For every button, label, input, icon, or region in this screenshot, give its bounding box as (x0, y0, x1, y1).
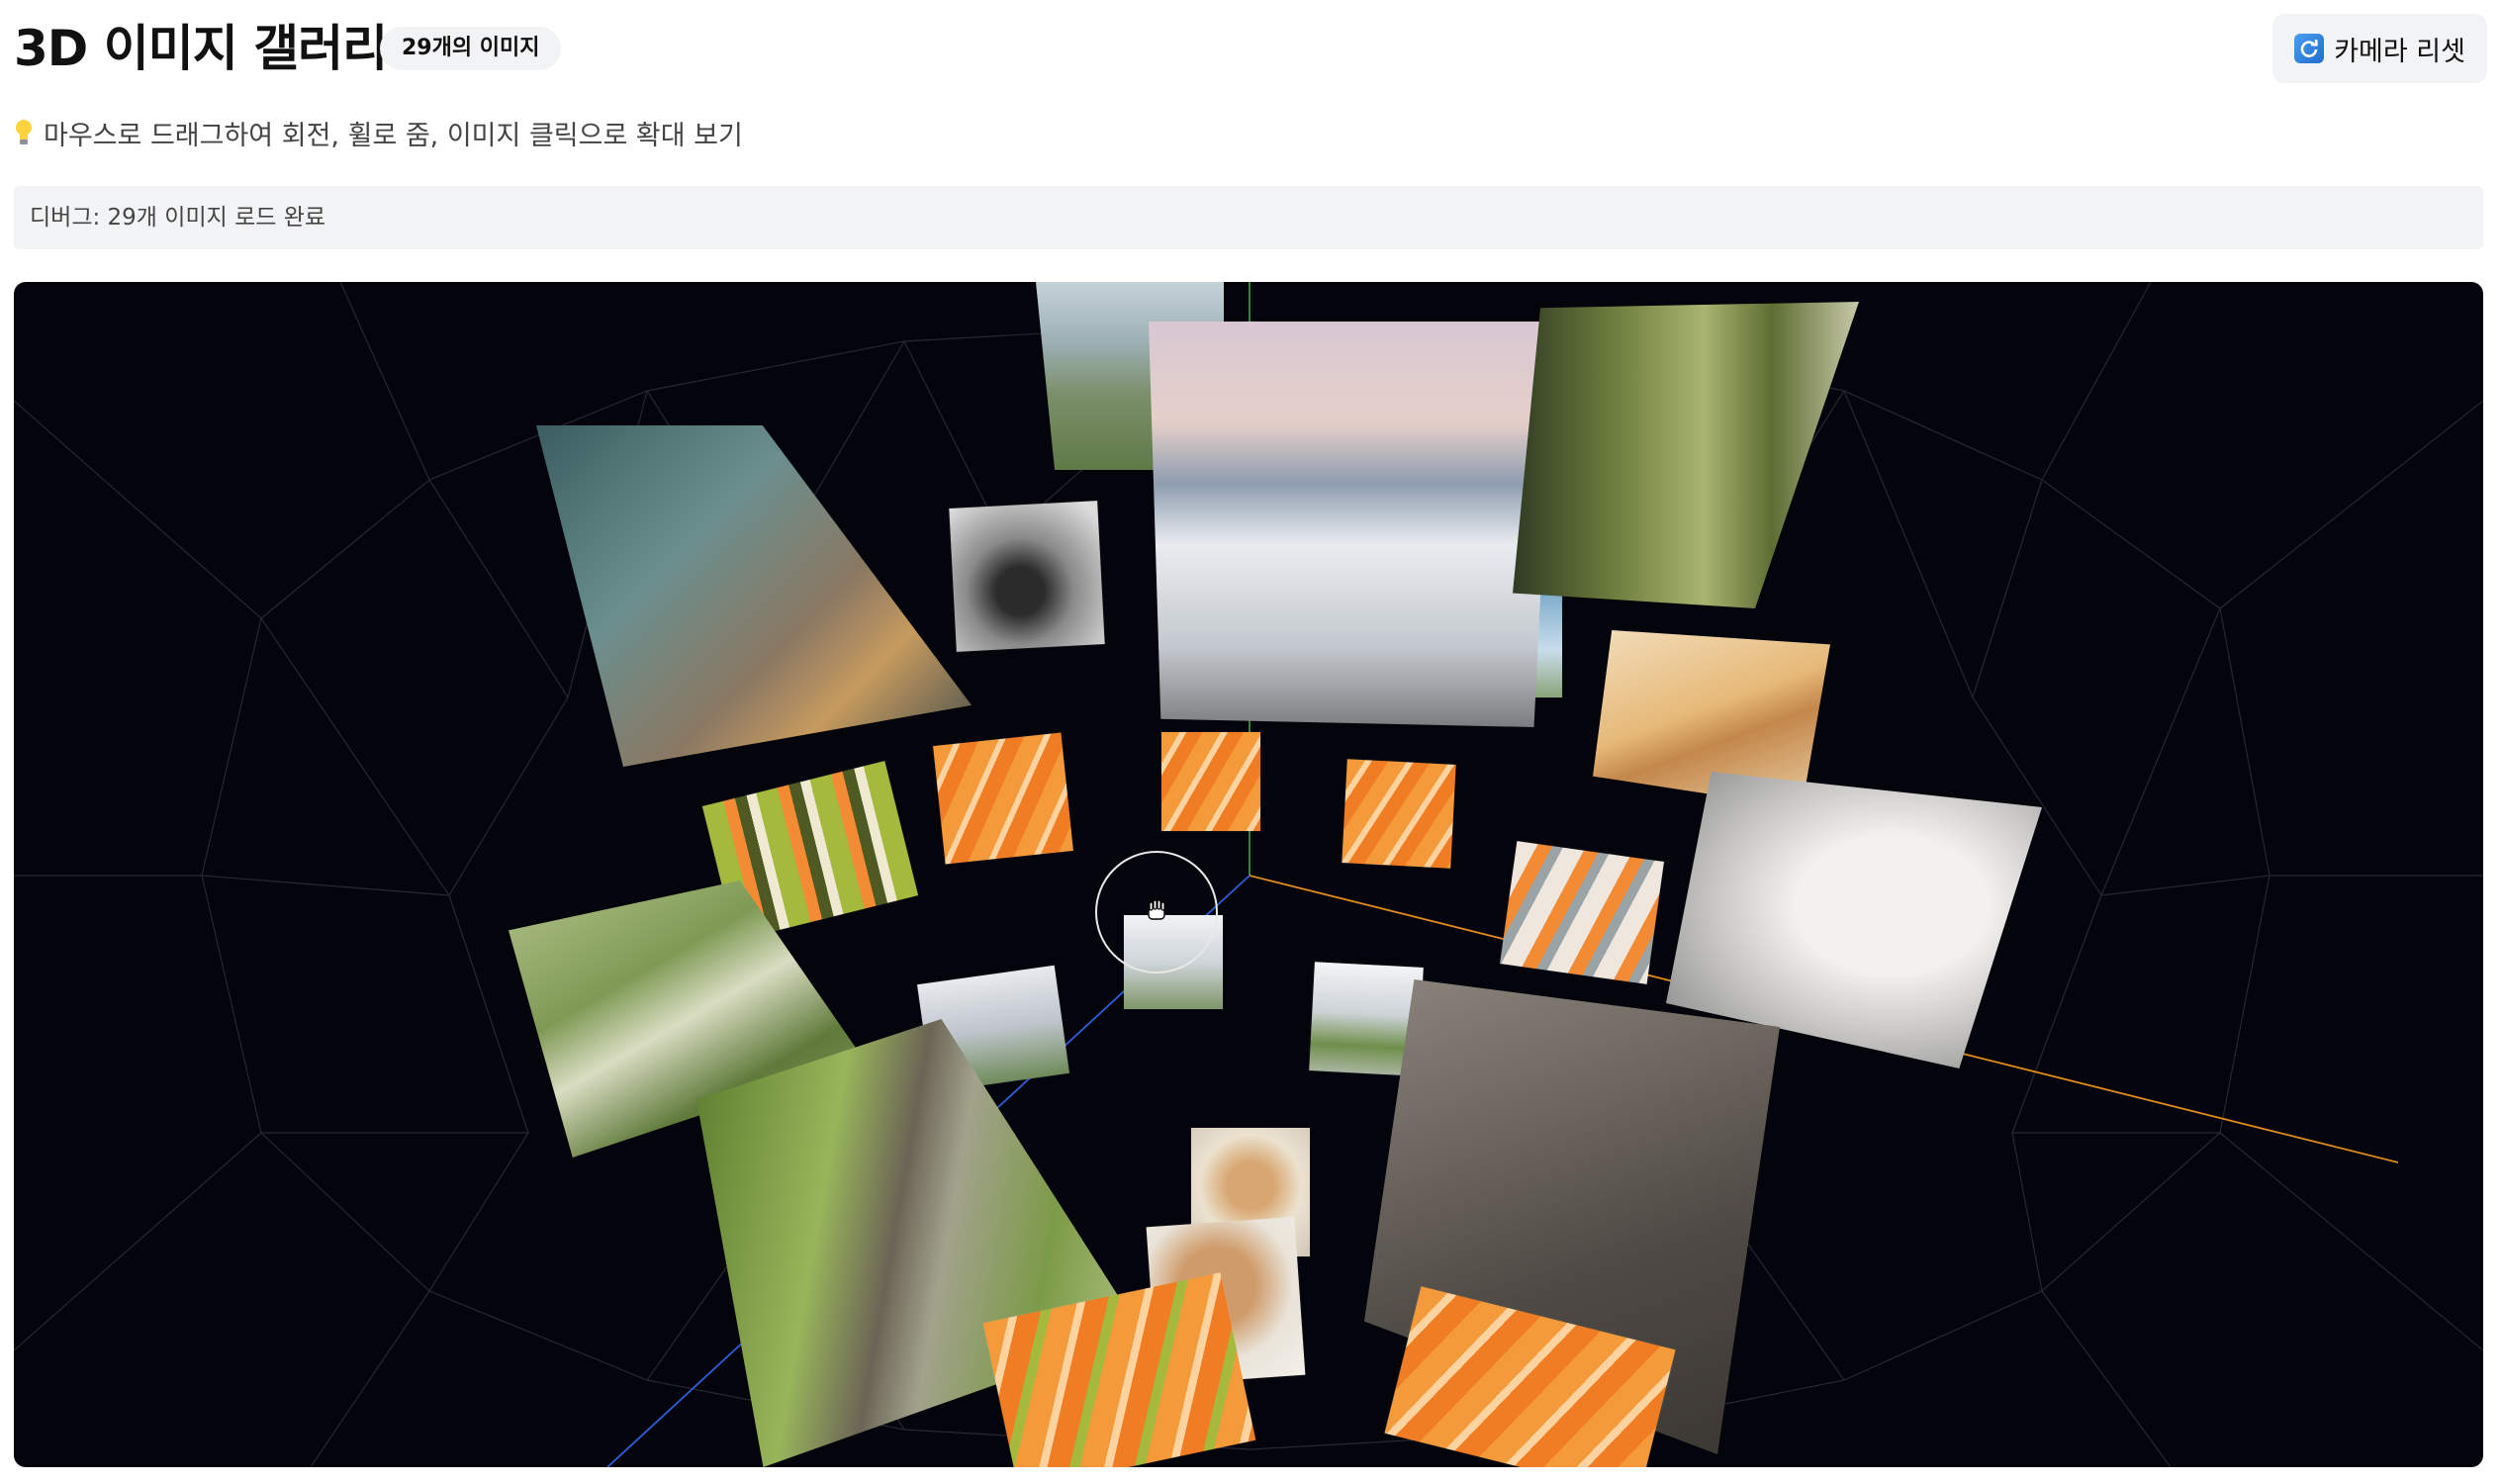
image-count-badge: 29개의 이미지 (380, 27, 562, 70)
usage-hint: 마우스로 드래그하여 회전, 휠로 줌, 이미지 클릭으로 확대 보기 (14, 111, 743, 154)
camera-reset-button[interactable]: 카메라 리셋 (2272, 14, 2487, 83)
lightbulb-icon (14, 118, 34, 147)
refresh-icon (2294, 34, 2325, 63)
hint-text: 마우스로 드래그하여 회전, 휠로 줌, 이미지 클릭으로 확대 보기 (44, 120, 743, 151)
gallery-3d-canvas[interactable] (14, 282, 2483, 1467)
gallery-image-salmon-sushi-2[interactable] (1161, 732, 1260, 831)
debug-status: 디버그: 29개 이미지 로드 완료 (14, 186, 2483, 249)
page: 3D 이미지 갤러리 29개의 이미지 카메라 리셋 마우스로 드래그하여 회전… (0, 0, 2501, 1484)
page-title: 3D 이미지 갤러리 (14, 20, 388, 77)
camera-reset-label: 카메라 리셋 (2334, 36, 2465, 67)
gallery-image-motorcycle-bw[interactable] (949, 501, 1105, 652)
header: 3D 이미지 갤러리 29개의 이미지 카메라 리셋 (14, 14, 2487, 83)
gallery-image-salmon-sushi-1[interactable] (933, 732, 1073, 865)
gallery-image-sea-of-clouds-peaks[interactable] (1149, 322, 1554, 727)
gallery-image-salmon-sushi-3[interactable] (1342, 759, 1456, 869)
grab-cursor (1095, 851, 1218, 974)
gallery-image-sushi-roll-2[interactable] (1500, 841, 1664, 984)
grab-hand-icon (1144, 897, 1169, 927)
